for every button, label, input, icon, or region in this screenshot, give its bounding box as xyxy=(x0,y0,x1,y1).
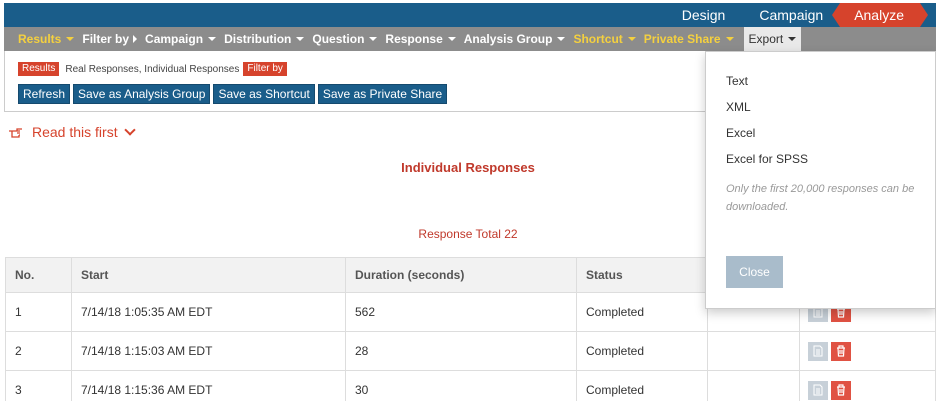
cell-duration: 30 xyxy=(345,370,577,401)
menu-bar: Results Filter by Campaign Distribution … xyxy=(4,27,936,51)
caret-down-icon xyxy=(447,37,456,41)
nav-analyze[interactable]: Analyze xyxy=(832,3,928,27)
cell-duration: 562 xyxy=(345,292,577,332)
menu-response[interactable]: Response xyxy=(385,32,456,46)
table-row: 2 7/14/18 1:15:03 AM EDT 28 Completed xyxy=(5,331,936,371)
filter-actions: Refresh Save as Analysis Group Save as S… xyxy=(18,84,448,104)
cell-start: 7/14/18 1:15:36 AM EDT xyxy=(71,370,346,401)
document-icon[interactable] xyxy=(808,380,828,400)
cell-extra xyxy=(707,370,800,401)
cell-actions xyxy=(799,370,936,401)
menu-distribution[interactable]: Distribution xyxy=(224,32,305,46)
nav-design[interactable]: Design xyxy=(665,3,743,27)
caret-down-icon xyxy=(66,37,75,41)
cell-no: 1 xyxy=(5,292,72,332)
document-icon[interactable] xyxy=(808,341,828,361)
hand-pointing-icon xyxy=(9,128,22,138)
cell-no: 3 xyxy=(5,370,72,401)
export-excel-spss-option[interactable]: Excel for SPSS xyxy=(726,152,808,166)
cell-actions xyxy=(799,331,936,371)
menu-question[interactable]: Question xyxy=(312,32,378,46)
read-first-label: Read this first xyxy=(32,124,118,140)
nav-campaign[interactable]: Campaign xyxy=(742,3,840,27)
menu-campaign[interactable]: Campaign xyxy=(145,32,217,46)
caret-down-icon xyxy=(557,37,566,41)
trash-icon[interactable] xyxy=(831,380,851,400)
menu-private-share[interactable]: Private Share xyxy=(644,32,734,46)
menu-results[interactable]: Results xyxy=(18,32,75,46)
export-text-option[interactable]: Text xyxy=(726,74,748,88)
filter-tags: Results Real Responses, Individual Respo… xyxy=(18,62,287,76)
cell-extra xyxy=(707,331,800,371)
chevron-down-icon xyxy=(123,124,136,136)
filter-by-tag[interactable]: Filter by xyxy=(243,62,287,76)
col-start[interactable]: Start xyxy=(71,257,346,293)
table-row: 3 7/14/18 1:15:36 AM EDT 30 Completed xyxy=(5,370,936,401)
results-tag: Results xyxy=(18,62,60,76)
cell-start: 7/14/18 1:15:03 AM EDT xyxy=(71,331,346,371)
cell-start: 7/14/18 1:05:35 AM EDT xyxy=(71,292,346,332)
export-excel-option[interactable]: Excel xyxy=(726,126,755,140)
caret-down-icon xyxy=(296,37,305,41)
trash-icon[interactable] xyxy=(831,341,851,361)
refresh-button[interactable]: Refresh xyxy=(18,84,71,104)
cell-status: Completed xyxy=(576,370,708,401)
caret-down-icon xyxy=(369,37,378,41)
export-dropdown: Text XML Excel Excel for SPSS Only the f… xyxy=(705,51,936,309)
close-button[interactable]: Close xyxy=(726,256,783,288)
top-nav: Design Campaign Analyze xyxy=(4,3,936,27)
col-status[interactable]: Status xyxy=(576,257,708,293)
menu-export[interactable]: Export xyxy=(743,27,802,51)
col-duration[interactable]: Duration (seconds) xyxy=(345,257,577,293)
cell-status: Completed xyxy=(576,331,708,371)
cell-duration: 28 xyxy=(345,331,577,371)
export-limit-note: Only the first 20,000 responses can be d… xyxy=(726,183,915,213)
caret-down-icon xyxy=(627,37,636,41)
save-analysis-group-button[interactable]: Save as Analysis Group xyxy=(73,84,211,104)
col-no[interactable]: No. xyxy=(5,257,72,293)
caret-right-icon xyxy=(133,35,138,43)
menu-analysis-group[interactable]: Analysis Group xyxy=(464,32,566,46)
cell-status: Completed xyxy=(576,292,708,332)
menu-filter-by[interactable]: Filter by xyxy=(82,32,138,46)
cell-no: 2 xyxy=(5,331,72,371)
caret-down-icon xyxy=(725,37,734,41)
read-first-toggle[interactable]: Read this first xyxy=(8,124,136,140)
filter-description: Real Responses, Individual Responses xyxy=(65,63,240,75)
menu-shortcut[interactable]: Shortcut xyxy=(573,32,636,46)
save-shortcut-button[interactable]: Save as Shortcut xyxy=(213,84,315,104)
export-xml-option[interactable]: XML xyxy=(726,100,751,114)
save-private-share-button[interactable]: Save as Private Share xyxy=(317,84,448,104)
caret-down-icon xyxy=(208,37,217,41)
caret-down-icon xyxy=(788,37,797,41)
